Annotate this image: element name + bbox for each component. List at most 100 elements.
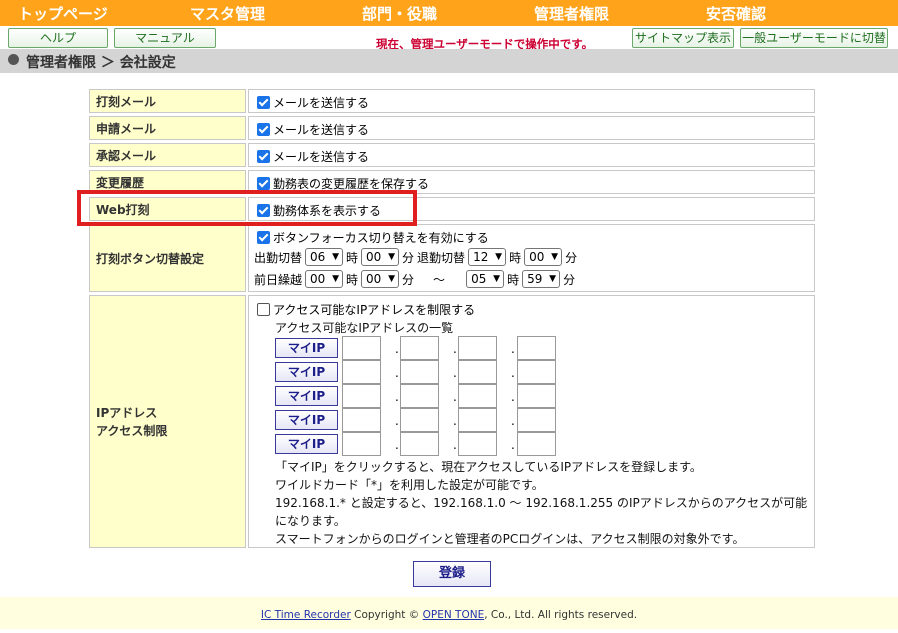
chevron-down-icon: ▼ — [549, 274, 557, 284]
sitemap-button[interactable]: サイトマップ表示 — [632, 28, 734, 48]
top-nav: トップページ マスタ管理 部門・役職 管理者権限 安否確認 — [0, 0, 898, 26]
product-link[interactable]: IC Time Recorder — [261, 609, 351, 621]
clock-out-hour-select[interactable]: 12 ▼ — [468, 248, 507, 266]
company-link[interactable]: OPEN TONE — [423, 609, 485, 621]
clock-out-minute-select[interactable]: 00 ▼ — [524, 248, 563, 266]
ip-octet-input[interactable] — [517, 360, 556, 384]
clock-in-hour-value: 06 — [310, 250, 326, 264]
carryover-to-minute-select[interactable]: 59 ▼ — [522, 270, 561, 288]
hour-unit: 時 — [346, 272, 359, 287]
carryover-from-minute-value: 00 — [366, 272, 382, 286]
clock-in-minute-value: 00 — [366, 250, 382, 264]
rights-text: , Co., Ltd. All rights reserved. — [484, 609, 638, 621]
highlight-box — [77, 190, 417, 226]
ip-restrict-checkbox[interactable] — [257, 303, 270, 316]
ip-octet-input[interactable] — [400, 408, 439, 432]
my-ip-button[interactable]: マイIP — [275, 410, 338, 430]
ip-octet-input[interactable] — [517, 432, 556, 456]
ip-dot: . — [453, 414, 457, 428]
switch-mode-button[interactable]: 一般ユーザーモードに切替 — [740, 28, 888, 48]
ip-octet-input[interactable] — [458, 360, 497, 384]
ip-octet-input[interactable] — [458, 432, 497, 456]
ip-list-title: アクセス可能なIPアドレスの一覧 — [275, 321, 454, 335]
ip-note: 「マイIP」をクリックすると、現在アクセスしているIPアドレスを登録します。 — [275, 460, 702, 474]
approve-mail-checkbox-label: メールを送信する — [273, 150, 370, 164]
carryover-from-hour-select[interactable]: 00 ▼ — [305, 270, 344, 288]
ip-octet-input[interactable] — [342, 432, 381, 456]
carryover-from-minute-select[interactable]: 00 ▼ — [361, 270, 400, 288]
ip-dot: . — [395, 390, 399, 404]
chevron-down-icon: ▼ — [551, 252, 559, 262]
punch-switch-field: ボタンフォーカス切り替えを有効にする 出勤切替 06 ▼ 時 00 ▼ 分 退勤切替… — [248, 224, 815, 292]
request-mail-label: 申請メール — [89, 116, 246, 140]
approve-mail-checkbox[interactable] — [257, 150, 270, 163]
my-ip-button[interactable]: マイIP — [275, 338, 338, 358]
ip-restrict-checkbox-label: アクセス可能なIPアドレスを制限する — [273, 303, 476, 317]
my-ip-button[interactable]: マイIP — [275, 362, 338, 382]
minute-unit: 分 — [565, 250, 578, 265]
breadcrumb: 管理者権限 ＞ 会社設定 — [0, 49, 898, 73]
clock-in-hour-select[interactable]: 06 ▼ — [305, 248, 344, 266]
ip-octet-input[interactable] — [400, 432, 439, 456]
ip-octet-input[interactable] — [400, 384, 439, 408]
punch-mail-checkbox-label: メールを送信する — [273, 96, 370, 110]
hour-unit: 時 — [346, 250, 359, 265]
clock-out-hour-value: 12 — [473, 250, 489, 264]
clock-out-switch-label: 退勤切替 — [417, 250, 466, 265]
ip-dot: . — [395, 366, 399, 380]
approve-mail-label: 承認メール — [89, 143, 246, 167]
nav-top-page[interactable]: トップページ — [18, 3, 108, 24]
ip-octet-input[interactable] — [342, 384, 381, 408]
hour-unit: 時 — [509, 250, 522, 265]
ip-dot: . — [453, 390, 457, 404]
nav-master[interactable]: マスタ管理 — [190, 3, 265, 24]
ip-octet-input[interactable] — [517, 384, 556, 408]
ip-restriction-label-line1: IPアドレス — [96, 405, 158, 420]
carryover-to-hour-select[interactable]: 05 ▼ — [466, 270, 505, 288]
ip-octet-input[interactable] — [342, 408, 381, 432]
minute-unit: 分 — [563, 272, 576, 287]
clock-in-minute-select[interactable]: 00 ▼ — [361, 248, 400, 266]
manual-button[interactable]: マニュアル — [114, 28, 216, 48]
ip-octet-input[interactable] — [458, 408, 497, 432]
chevron-down-icon: ▼ — [332, 252, 340, 262]
ip-octet-input[interactable] — [342, 336, 381, 360]
ip-octet-input[interactable] — [517, 408, 556, 432]
nav-safety[interactable]: 安否確認 — [706, 3, 766, 24]
ip-dot: . — [511, 390, 515, 404]
submit-button[interactable]: 登録 — [413, 561, 491, 587]
request-mail-checkbox[interactable] — [257, 123, 270, 136]
footer: IC Time Recorder Copyright © OPEN TONE, … — [0, 597, 898, 629]
ip-dot: . — [395, 414, 399, 428]
clock-in-switch-label: 出勤切替 — [254, 250, 303, 265]
nav-admin[interactable]: 管理者権限 — [534, 3, 609, 24]
ip-octet-input[interactable] — [458, 384, 497, 408]
punch-mail-checkbox[interactable] — [257, 96, 270, 109]
minute-unit: 分 — [402, 250, 415, 265]
my-ip-button[interactable]: マイIP — [275, 386, 338, 406]
chevron-down-icon: ▼ — [495, 252, 503, 262]
my-ip-button[interactable]: マイIP — [275, 434, 338, 454]
ip-dot: . — [395, 342, 399, 356]
history-checkbox[interactable] — [257, 177, 270, 190]
focus-switch-checkbox-label: ボタンフォーカス切り替えを有効にする — [273, 231, 489, 245]
page-title: 管理者権限 ＞ 会社設定 — [26, 55, 176, 71]
carryover-to-hour-value: 05 — [471, 272, 487, 286]
ip-note: になります。 — [275, 514, 346, 528]
focus-switch-checkbox[interactable] — [257, 231, 270, 244]
punch-mail-label: 打刻メール — [89, 89, 246, 113]
ip-octet-input[interactable] — [517, 336, 556, 360]
ip-dot: . — [511, 414, 515, 428]
ip-octet-input[interactable] — [342, 360, 381, 384]
range-tilde: 〜 — [433, 272, 446, 287]
ip-octet-input[interactable] — [400, 360, 439, 384]
ip-octet-input[interactable] — [400, 336, 439, 360]
copyright-text: Copyright © — [354, 609, 420, 621]
carryover-to-minute-value: 59 — [527, 272, 543, 286]
help-button[interactable]: ヘルプ — [8, 28, 108, 48]
chevron-down-icon: ▼ — [332, 274, 340, 284]
ip-dot: . — [453, 438, 457, 452]
nav-department[interactable]: 部門・役職 — [362, 3, 437, 24]
ip-note: 192.168.1.* と設定すると、192.168.1.0 〜 192.168… — [275, 496, 808, 510]
ip-octet-input[interactable] — [458, 336, 497, 360]
